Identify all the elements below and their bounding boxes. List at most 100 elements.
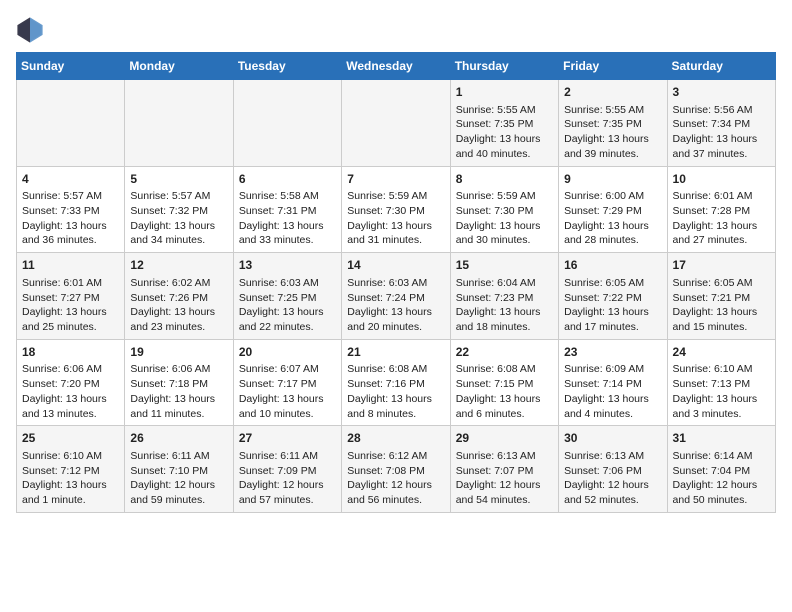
calendar-cell: 21Sunrise: 6:08 AM Sunset: 7:16 PM Dayli… (342, 339, 450, 426)
day-number: 13 (239, 257, 336, 274)
day-number: 6 (239, 171, 336, 188)
calendar-cell: 25 Sunrise: 6:10 AM Sunset: 7:12 PM Dayli… (17, 426, 125, 513)
day-number: 21 (347, 344, 444, 361)
day-info: Sunrise: 6:03 AM Sunset: 7:25 PM Dayligh… (239, 276, 336, 335)
day-info: Sunrise: 5:56 AM Sunset: 7:34 PM Dayligh… (673, 103, 770, 162)
day-info: Sunrise: 6:10 AM Sunset: 7:13 PM Dayligh… (673, 362, 770, 421)
calendar-cell: 29 Sunrise: 6:13 AM Sunset: 7:07 PM Dayli… (450, 426, 558, 513)
day-info: Sunrise: 6:01 AM Sunset: 7:27 PM Dayligh… (22, 276, 119, 335)
logo (16, 16, 48, 44)
calendar-cell: 7Sunrise: 5:59 AM Sunset: 7:30 PM Daylig… (342, 166, 450, 253)
calendar-cell: 14 Sunrise: 6:03 AM Sunset: 7:24 PM Dayli… (342, 253, 450, 340)
calendar-cell (342, 80, 450, 167)
day-number: 11 (22, 257, 119, 274)
day-number: 3 (673, 84, 770, 101)
day-number: 2 (564, 84, 661, 101)
day-number: 29 (456, 430, 553, 447)
day-info: Sunrise: 5:57 AM Sunset: 7:33 PM Dayligh… (22, 189, 119, 248)
calendar-cell: 10Sunrise: 6:01 AM Sunset: 7:28 PM Dayli… (667, 166, 775, 253)
calendar-cell: 5Sunrise: 5:57 AM Sunset: 7:32 PM Daylig… (125, 166, 233, 253)
day-number: 7 (347, 171, 444, 188)
calendar-week-3: 11 Sunrise: 6:01 AM Sunset: 7:27 PM Dayli… (17, 253, 776, 340)
calendar-cell: 6Sunrise: 5:58 AM Sunset: 7:31 PM Daylig… (233, 166, 341, 253)
day-info: Sunrise: 6:02 AM Sunset: 7:26 PM Dayligh… (130, 276, 227, 335)
calendar-header: SundayMondayTuesdayWednesdayThursdayFrid… (17, 53, 776, 80)
day-info: Sunrise: 6:03 AM Sunset: 7:24 PM Dayligh… (347, 276, 444, 335)
day-info: Sunrise: 6:11 AM Sunset: 7:10 PM Dayligh… (130, 449, 227, 508)
calendar-cell: 28 Sunrise: 6:12 AM Sunset: 7:08 PM Dayli… (342, 426, 450, 513)
calendar-body: 1 Sunrise: 5:55 AM Sunset: 7:35 PM Daylig… (17, 80, 776, 513)
day-info: Sunrise: 5:59 AM Sunset: 7:30 PM Dayligh… (347, 189, 444, 248)
calendar-cell: 20Sunrise: 6:07 AM Sunset: 7:17 PM Dayli… (233, 339, 341, 426)
calendar-cell: 9Sunrise: 6:00 AM Sunset: 7:29 PM Daylig… (559, 166, 667, 253)
day-number: 23 (564, 344, 661, 361)
day-number: 17 (673, 257, 770, 274)
day-info: Sunrise: 6:10 AM Sunset: 7:12 PM Dayligh… (22, 449, 119, 508)
day-info: Sunrise: 6:07 AM Sunset: 7:17 PM Dayligh… (239, 362, 336, 421)
day-number: 1 (456, 84, 553, 101)
day-number: 26 (130, 430, 227, 447)
day-number: 27 (239, 430, 336, 447)
day-info: Sunrise: 6:04 AM Sunset: 7:23 PM Dayligh… (456, 276, 553, 335)
day-number: 15 (456, 257, 553, 274)
day-info: Sunrise: 6:08 AM Sunset: 7:16 PM Dayligh… (347, 362, 444, 421)
calendar-cell: 30Sunrise: 6:13 AM Sunset: 7:06 PM Dayli… (559, 426, 667, 513)
calendar-cell: 24Sunrise: 6:10 AM Sunset: 7:13 PM Dayli… (667, 339, 775, 426)
calendar-cell: 18Sunrise: 6:06 AM Sunset: 7:20 PM Dayli… (17, 339, 125, 426)
day-number: 8 (456, 171, 553, 188)
day-number: 14 (347, 257, 444, 274)
day-info: Sunrise: 5:55 AM Sunset: 7:35 PM Dayligh… (564, 103, 661, 162)
days-of-week-row: SundayMondayTuesdayWednesdayThursdayFrid… (17, 53, 776, 80)
day-info: Sunrise: 6:00 AM Sunset: 7:29 PM Dayligh… (564, 189, 661, 248)
day-number: 30 (564, 430, 661, 447)
calendar-cell: 27 Sunrise: 6:11 AM Sunset: 7:09 PM Dayli… (233, 426, 341, 513)
page-header (16, 16, 776, 44)
day-number: 20 (239, 344, 336, 361)
calendar-cell: 11 Sunrise: 6:01 AM Sunset: 7:27 PM Dayli… (17, 253, 125, 340)
day-info: Sunrise: 6:05 AM Sunset: 7:22 PM Dayligh… (564, 276, 661, 335)
day-info: Sunrise: 6:13 AM Sunset: 7:07 PM Dayligh… (456, 449, 553, 508)
day-number: 22 (456, 344, 553, 361)
calendar-week-4: 18Sunrise: 6:06 AM Sunset: 7:20 PM Dayli… (17, 339, 776, 426)
day-info: Sunrise: 5:57 AM Sunset: 7:32 PM Dayligh… (130, 189, 227, 248)
calendar-cell: 19Sunrise: 6:06 AM Sunset: 7:18 PM Dayli… (125, 339, 233, 426)
calendar-cell: 17Sunrise: 6:05 AM Sunset: 7:21 PM Dayli… (667, 253, 775, 340)
day-number: 18 (22, 344, 119, 361)
calendar-cell: 31 Sunrise: 6:14 AM Sunset: 7:04 PM Dayli… (667, 426, 775, 513)
day-header-monday: Monday (125, 53, 233, 80)
day-number: 31 (673, 430, 770, 447)
day-info: Sunrise: 6:06 AM Sunset: 7:20 PM Dayligh… (22, 362, 119, 421)
day-header-thursday: Thursday (450, 53, 558, 80)
day-info: Sunrise: 5:58 AM Sunset: 7:31 PM Dayligh… (239, 189, 336, 248)
calendar-cell: 8Sunrise: 5:59 AM Sunset: 7:30 PM Daylig… (450, 166, 558, 253)
calendar-cell: 2 Sunrise: 5:55 AM Sunset: 7:35 PM Daylig… (559, 80, 667, 167)
day-number: 12 (130, 257, 227, 274)
day-info: Sunrise: 6:12 AM Sunset: 7:08 PM Dayligh… (347, 449, 444, 508)
calendar-cell: 12 Sunrise: 6:02 AM Sunset: 7:26 PM Dayli… (125, 253, 233, 340)
day-number: 28 (347, 430, 444, 447)
day-number: 25 (22, 430, 119, 447)
calendar-cell: 13 Sunrise: 6:03 AM Sunset: 7:25 PM Dayli… (233, 253, 341, 340)
day-info: Sunrise: 6:11 AM Sunset: 7:09 PM Dayligh… (239, 449, 336, 508)
calendar-cell: 15 Sunrise: 6:04 AM Sunset: 7:23 PM Dayli… (450, 253, 558, 340)
day-header-friday: Friday (559, 53, 667, 80)
day-info: Sunrise: 6:14 AM Sunset: 7:04 PM Dayligh… (673, 449, 770, 508)
day-info: Sunrise: 5:59 AM Sunset: 7:30 PM Dayligh… (456, 189, 553, 248)
day-number: 19 (130, 344, 227, 361)
day-info: Sunrise: 6:01 AM Sunset: 7:28 PM Dayligh… (673, 189, 770, 248)
calendar-cell: 23Sunrise: 6:09 AM Sunset: 7:14 PM Dayli… (559, 339, 667, 426)
day-header-wednesday: Wednesday (342, 53, 450, 80)
calendar-cell: 3 Sunrise: 5:56 AM Sunset: 7:34 PM Daylig… (667, 80, 775, 167)
calendar-cell: 16 Sunrise: 6:05 AM Sunset: 7:22 PM Dayli… (559, 253, 667, 340)
day-number: 16 (564, 257, 661, 274)
day-info: Sunrise: 5:55 AM Sunset: 7:35 PM Dayligh… (456, 103, 553, 162)
day-header-tuesday: Tuesday (233, 53, 341, 80)
day-number: 9 (564, 171, 661, 188)
day-info: Sunrise: 6:09 AM Sunset: 7:14 PM Dayligh… (564, 362, 661, 421)
calendar-cell (233, 80, 341, 167)
calendar-cell: 4Sunrise: 5:57 AM Sunset: 7:33 PM Daylig… (17, 166, 125, 253)
day-number: 10 (673, 171, 770, 188)
calendar-week-5: 25 Sunrise: 6:10 AM Sunset: 7:12 PM Dayli… (17, 426, 776, 513)
day-number: 24 (673, 344, 770, 361)
day-header-sunday: Sunday (17, 53, 125, 80)
